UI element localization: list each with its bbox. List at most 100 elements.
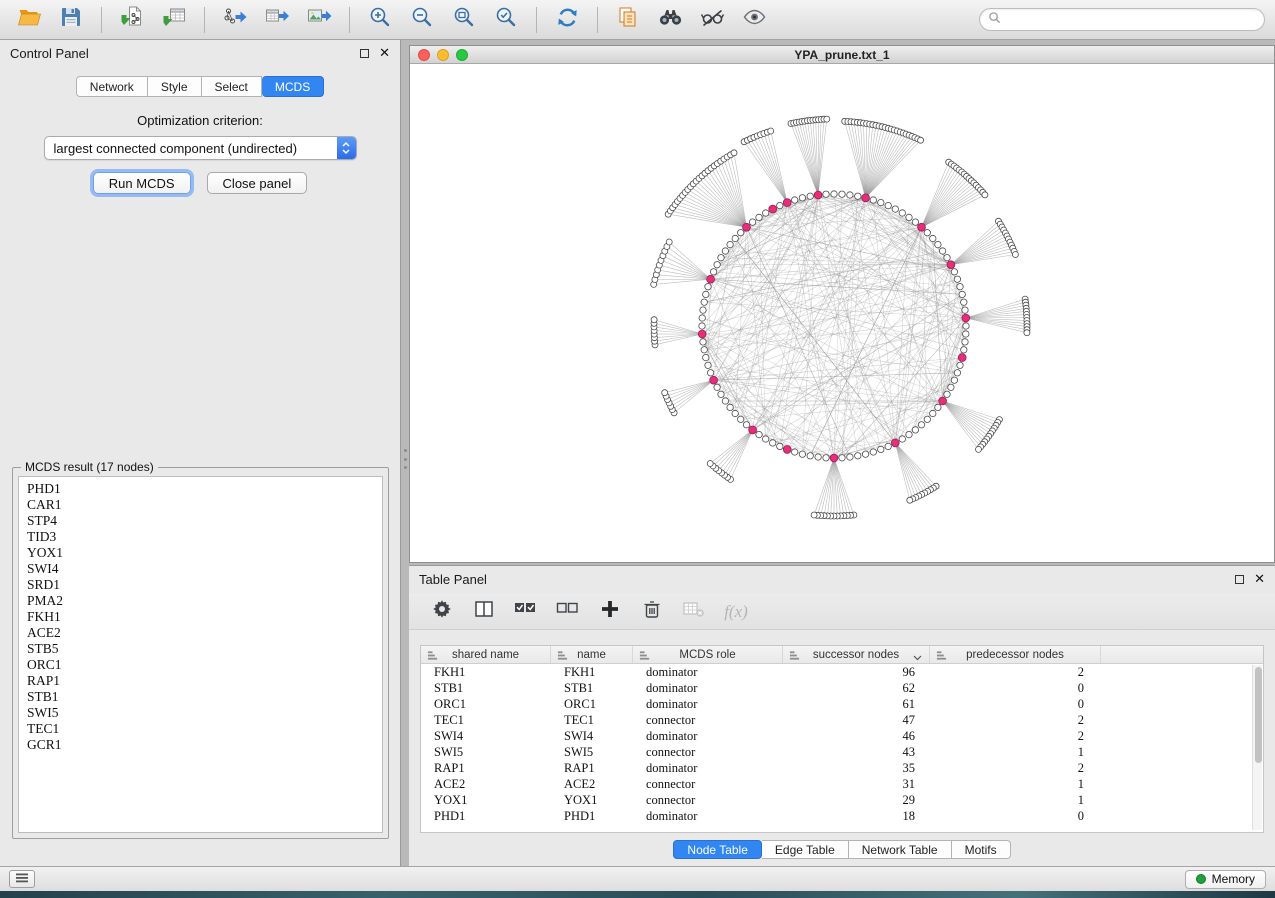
refresh-button[interactable] [548,4,586,36]
tab-motifs[interactable]: Motifs [952,840,1011,859]
cell-name: SWI4 [551,728,633,744]
mcds-result-node[interactable]: ACE2 [27,625,382,641]
mcds-result-node[interactable]: SWI5 [27,705,382,721]
show-hide-eye-button[interactable] [735,4,773,36]
mcds-result-node[interactable]: FKH1 [27,609,382,625]
gear-button[interactable] [425,597,459,627]
column-header-predecessor-nodes[interactable]: predecessor nodes [930,646,1101,663]
mcds-result-node[interactable]: YOX1 [27,545,382,561]
network-window-title: YPA_prune.txt_1 [410,48,1274,62]
close-panel-button[interactable]: Close panel [207,172,308,194]
table-row[interactable]: RAP1RAP1dominator352 [421,760,1263,776]
scrollbar-thumb[interactable] [1255,667,1262,763]
table-row[interactable]: TEC1TEC1connector472 [421,712,1263,728]
open-folder-button[interactable] [10,4,48,36]
mcds-result-node[interactable]: TID3 [27,529,382,545]
export-table-button[interactable] [258,4,296,36]
cell-predecessor-nodes: 0 [930,680,1101,696]
mcds-result-node[interactable]: PMA2 [27,593,382,609]
cell-successor-nodes: 96 [783,664,930,680]
control-panel-header: Control Panel ✕ [0,40,400,66]
tab-select[interactable]: Select [202,76,262,97]
tab-edge-table[interactable]: Edge Table [762,840,849,859]
find-binoculars-button[interactable] [651,4,689,36]
mcds-result-node[interactable]: STP4 [27,513,382,529]
show-columns-button[interactable] [467,597,501,627]
close-panel-icon[interactable]: ✕ [379,47,390,60]
cell-successor-nodes: 46 [783,728,930,744]
graphics-details-button[interactable] [693,4,731,36]
panel-splitter-handle[interactable] [402,445,408,473]
export-table-icon [265,6,290,33]
add-column-button[interactable] [593,597,627,627]
unselect-all-button[interactable] [551,597,585,627]
memory-button[interactable]: Memory [1185,870,1266,889]
table-row[interactable]: YOX1YOX1connector291 [421,792,1263,808]
select-all-button[interactable] [509,597,543,627]
column-header-successor-nodes[interactable]: successor nodes [783,646,930,663]
tab-network[interactable]: Network [76,76,148,97]
cell-MCDS-role: connector [633,712,783,728]
clear-table-button [677,597,711,627]
float-table-panel-icon[interactable] [1235,575,1244,584]
mcds-result-node[interactable]: RAP1 [27,673,382,689]
column-header-name[interactable]: name [551,646,633,663]
column-header-MCDS-role[interactable]: MCDS role [633,646,783,663]
optimization-criterion-select[interactable]: largest connected component (undirected) [44,136,357,160]
table-row[interactable]: SWI5SWI5connector431 [421,744,1263,760]
mcds-result-node[interactable]: ORC1 [27,657,382,673]
tab-style[interactable]: Style [148,76,202,97]
mcds-result-node[interactable]: STB5 [27,641,382,657]
mcds-result-node[interactable]: PHD1 [27,481,382,497]
zoom-selected-button[interactable] [487,4,525,36]
copy-document-button[interactable] [609,4,647,36]
float-panel-icon[interactable] [360,49,369,58]
save-button[interactable] [52,4,90,36]
mcds-result-node[interactable]: SWI4 [27,561,382,577]
search-input[interactable] [1007,13,1256,27]
mcds-result-node[interactable]: GCR1 [27,737,382,753]
cell-successor-nodes: 43 [783,744,930,760]
tab-network-table[interactable]: Network Table [849,840,952,859]
sort-icon [639,650,650,664]
export-network-button[interactable] [216,4,254,36]
network-canvas[interactable] [410,64,1274,562]
column-header-shared-name[interactable]: shared name [421,646,551,663]
toolbar-separator [597,7,598,33]
mcds-result-node[interactable]: SRD1 [27,577,382,593]
zoom-fit-button[interactable] [445,4,483,36]
zoom-fit-icon [453,6,475,33]
mcds-result-title: MCDS result (17 nodes) [21,460,158,474]
mcds-result-node[interactable]: TEC1 [27,721,382,737]
export-image-button[interactable] [300,4,338,36]
zoom-out-button[interactable] [403,4,441,36]
close-table-panel-icon[interactable]: ✕ [1254,573,1265,586]
mcds-result-node[interactable]: STB1 [27,689,382,705]
network-window-titlebar[interactable]: YPA_prune.txt_1 [410,46,1274,64]
table-row[interactable]: FKH1FKH1dominator962 [421,664,1263,680]
tab-mcds[interactable]: MCDS [262,76,324,97]
status-menu-button[interactable] [9,870,35,888]
tab-node-table[interactable]: Node Table [673,840,762,859]
table-row[interactable]: STB1STB1dominator620 [421,680,1263,696]
search-box[interactable] [979,8,1265,31]
table-row[interactable]: PHD1PHD1dominator180 [421,808,1263,824]
search-icon [988,11,1001,29]
add-column-icon [600,599,620,624]
import-file-button[interactable] [113,4,151,36]
mcds-result-node[interactable]: CAR1 [27,497,382,513]
table-row[interactable]: ORC1ORC1dominator610 [421,696,1263,712]
cell-name: FKH1 [551,664,633,680]
table-vertical-scrollbar[interactable] [1252,665,1262,830]
import-table-button[interactable] [155,4,193,36]
cell-shared-name: STB1 [421,680,551,696]
table-row[interactable]: ACE2ACE2connector311 [421,776,1263,792]
table-row[interactable]: SWI4SWI4dominator462 [421,728,1263,744]
run-mcds-button[interactable]: Run MCDS [93,172,191,194]
cell-name: RAP1 [551,760,633,776]
delete-button[interactable] [635,597,669,627]
cell-predecessor-nodes: 0 [930,696,1101,712]
column-label: shared name [452,649,519,661]
zoom-in-button[interactable] [361,4,399,36]
mcds-result-list[interactable]: PHD1CAR1STP4TID3YOX1SWI4SRD1PMA2FKH1ACE2… [18,476,383,833]
